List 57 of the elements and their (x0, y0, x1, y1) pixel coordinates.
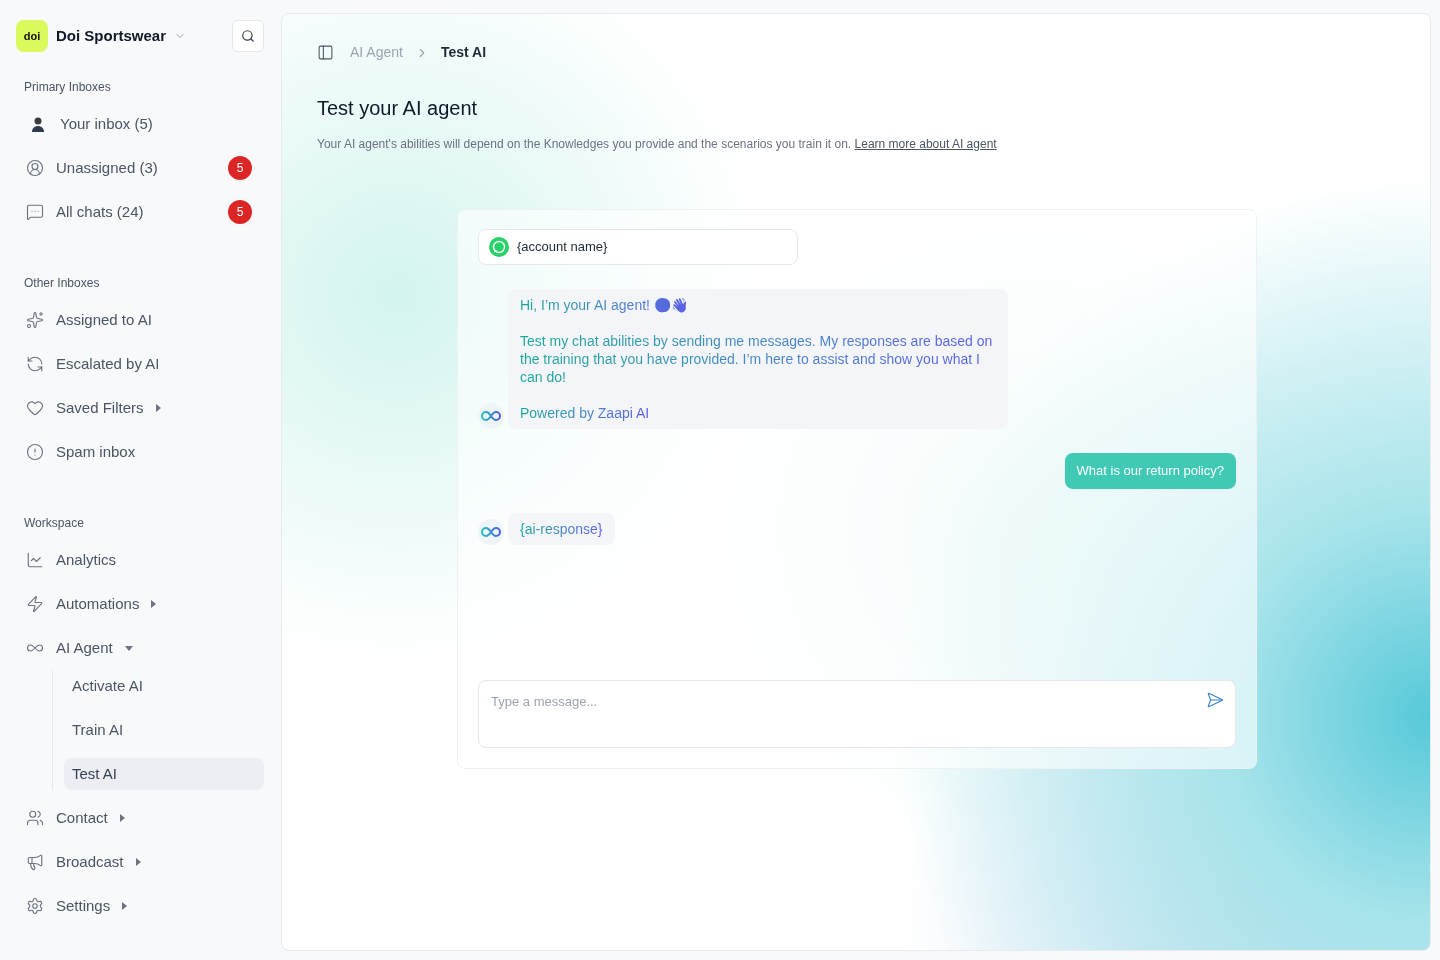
caret-down-icon (124, 645, 133, 651)
sidebar-item[interactable]: Assigned to AI (16, 304, 264, 336)
count-badge: 5 (228, 156, 252, 180)
settings-icon (26, 897, 44, 915)
lightning-icon (26, 595, 44, 613)
page-description: Your AI agent's abilities will depend on the Knowledges you provide and the scenarios you train it on. Learn more about AI agent (317, 136, 998, 153)
send-icon[interactable] (1206, 691, 1224, 709)
page-title: Test your AI agent (317, 96, 479, 121)
account-field: {account name} (478, 229, 798, 265)
sidebar-item[interactable]: Settings (16, 890, 264, 922)
sidebar-item[interactable]: Automations (16, 588, 264, 620)
section-title: Primary Inboxes (23, 79, 112, 96)
caret-right-icon (119, 814, 125, 822)
heart-icon (26, 399, 44, 417)
sidebar-item[interactable]: Broadcast (16, 846, 264, 878)
workspace-name[interactable]: Doi Sportswear (56, 24, 167, 48)
people-icon (26, 809, 44, 827)
sidebar-subitem[interactable]: Train AI (64, 714, 264, 746)
breadcrumb-current: Test AI (440, 43, 487, 62)
sidebar-item[interactable]: Saved Filters (16, 392, 264, 424)
avatar-icon (30, 116, 46, 132)
sidebar-item[interactable]: All chats (24) 5 (16, 196, 264, 228)
chart-icon (26, 551, 44, 569)
caret-right-icon (155, 404, 161, 412)
sidebar-item[interactable]: Your inbox (5) (16, 108, 264, 140)
search-icon (241, 29, 255, 43)
sidebar-toggle-icon[interactable] (317, 44, 334, 61)
sidebar-item[interactable]: Contact (16, 802, 264, 834)
megaphone-icon (26, 853, 44, 871)
sidebar-subitem[interactable]: Activate AI (64, 670, 264, 702)
ai-message: Hi, I’m your AI agent! 😊👋 Test my chat abilities by sending me messages. My responses are based on the training that you have provided. I’m here to assist and show you what I can do! Powered by Zaapi AI (508, 289, 1008, 429)
logo: doi (16, 20, 48, 52)
caret-right-icon (135, 858, 141, 866)
caret-right-icon (151, 600, 157, 608)
alert-icon (26, 443, 44, 461)
ai-avatar (478, 403, 504, 429)
person-icon (26, 159, 44, 177)
count-badge: 5 (228, 200, 252, 224)
section-title: Other Inboxes (23, 275, 101, 292)
chat-app-icon (489, 237, 509, 257)
learn-more-link[interactable]: Learn more about AI agent (854, 137, 997, 151)
chat-icon (26, 203, 44, 221)
sparkles-icon (26, 311, 44, 329)
ai-message: {ai-response} (508, 512, 615, 545)
refresh-icon (26, 355, 44, 373)
sidebar-item[interactable]: Unassigned (3) 5 (16, 152, 264, 184)
sidebar-subitem[interactable]: Test AI (64, 758, 264, 790)
caret-right-icon (122, 902, 128, 910)
sidebar-item[interactable]: Escalated by AI (16, 348, 264, 380)
sidebar-item[interactable]: Analytics (16, 544, 264, 576)
user-message: What is our return policy? (1064, 453, 1236, 489)
sidebar-item[interactable]: Spam inbox (16, 436, 264, 468)
ai-avatar (478, 518, 504, 545)
sidebar-item[interactable]: AI Agent (16, 632, 264, 664)
message-input[interactable]: Type a message... (478, 680, 1236, 748)
search-button[interactable] (232, 20, 264, 52)
section-title: Workspace (23, 515, 85, 532)
